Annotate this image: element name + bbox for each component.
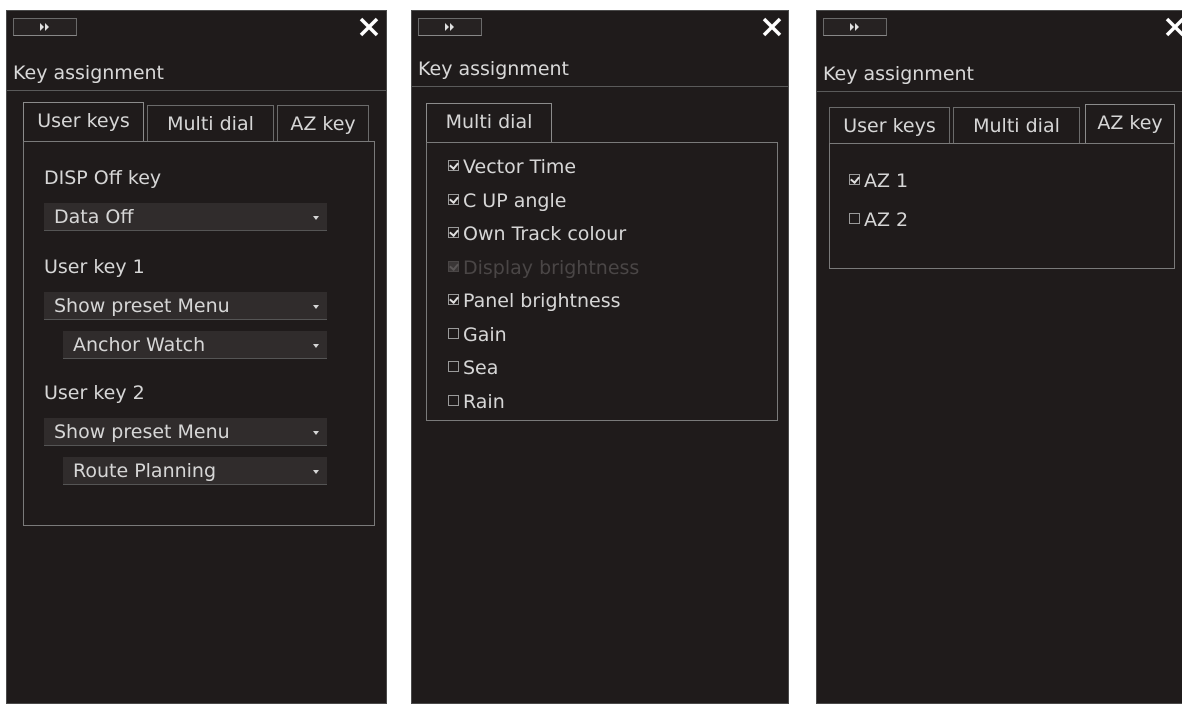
- tab-az-key[interactable]: AZ key: [277, 105, 369, 142]
- checkbox-panel-brightness[interactable]: Panel brightness: [448, 288, 621, 314]
- checkbox-label: Rain: [463, 390, 505, 413]
- checkbox-label: C UP angle: [463, 189, 567, 212]
- checkbox-label: Vector Time: [463, 156, 577, 178]
- chevron-down-icon: [313, 470, 319, 474]
- expand-button[interactable]: [823, 18, 887, 36]
- panel-multi-dial: Key assignment Multi dial Vector Time C U…: [411, 10, 789, 704]
- user-key-1-value: Show preset Menu: [54, 295, 230, 317]
- disp-off-key-label: DISP Off key: [44, 167, 162, 189]
- panel-user-keys: Key assignment User keys Multi dial AZ k…: [6, 10, 387, 704]
- title-bar: [817, 11, 1182, 41]
- checkbox-label: Own Track colour: [463, 223, 627, 245]
- checkbox-label: Gain: [463, 323, 507, 346]
- close-x-icon: [762, 17, 782, 37]
- user-key-1-dropdown[interactable]: Show preset Menu: [44, 292, 327, 320]
- chevron-down-icon: [313, 305, 319, 309]
- checkbox-label: Sea: [463, 357, 499, 379]
- checkbox-label: Panel brightness: [463, 290, 621, 312]
- user-key-2-value: Show preset Menu: [54, 421, 230, 443]
- checkbox-unchecked-icon: [448, 327, 459, 339]
- checkbox-checked-icon: [849, 174, 860, 185]
- tab-multi-dial[interactable]: Multi dial: [147, 105, 274, 142]
- close-x-icon: [359, 17, 379, 37]
- checkbox-display-brightness: Display brightness: [448, 255, 639, 281]
- checkbox-vector-time[interactable]: Vector Time: [448, 154, 576, 180]
- panel-title: Key assignment: [7, 55, 386, 91]
- tab-multi-dial[interactable]: Multi dial: [953, 107, 1080, 144]
- tab-content-az-key: [829, 143, 1175, 269]
- checkbox-unchecked-icon: [448, 394, 459, 406]
- chevron-down-icon: [313, 344, 319, 348]
- checkbox-checked-icon: [448, 260, 459, 272]
- double-chevron-right-icon: [850, 23, 859, 31]
- checkbox-sea[interactable]: Sea: [448, 355, 498, 381]
- checkbox-checked-icon: [448, 193, 459, 205]
- disp-off-value: Data Off: [54, 206, 134, 228]
- double-chevron-right-icon: [40, 23, 49, 31]
- close-button[interactable]: [1161, 13, 1182, 41]
- title-bar: [412, 11, 788, 41]
- checkbox-az-2[interactable]: AZ 2: [849, 207, 908, 233]
- checkbox-az-1[interactable]: AZ 1: [849, 168, 908, 194]
- user-key-2-label: User key 2: [44, 382, 145, 404]
- checkbox-own-track-colour[interactable]: Own Track colour: [448, 221, 626, 247]
- checkbox-c-up-angle[interactable]: C UP angle: [448, 188, 566, 214]
- checkbox-gain[interactable]: Gain: [448, 322, 507, 348]
- disp-off-dropdown[interactable]: Data Off: [44, 203, 327, 231]
- expand-button[interactable]: [13, 18, 77, 36]
- user-key-2-sub-dropdown[interactable]: Route Planning: [63, 457, 327, 485]
- title-bar: [7, 11, 386, 41]
- user-key-1-label: User key 1: [44, 256, 145, 278]
- checkbox-unchecked-icon: [849, 213, 860, 224]
- close-x-icon: [1165, 17, 1182, 37]
- chevron-down-icon: [313, 216, 319, 220]
- checkbox-checked-icon: [448, 160, 459, 171]
- expand-button[interactable]: [418, 18, 482, 36]
- checkbox-rain[interactable]: Rain: [448, 389, 505, 415]
- tab-user-keys[interactable]: User keys: [23, 102, 144, 142]
- checkbox-checked-icon: [448, 294, 459, 305]
- checkbox-unchecked-icon: [448, 361, 459, 372]
- close-button[interactable]: [355, 13, 383, 41]
- user-key-2-sub-value: Route Planning: [73, 460, 217, 482]
- panel-title: Key assignment: [412, 51, 788, 87]
- checkbox-label: Display brightness: [463, 256, 640, 279]
- tab-az-key[interactable]: AZ key: [1085, 104, 1175, 144]
- panel-az-key: Key assignment User keys Multi dial AZ k…: [816, 10, 1182, 704]
- close-button[interactable]: [758, 13, 786, 41]
- panel-title: Key assignment: [817, 56, 1182, 92]
- user-key-1-sub-value: Anchor Watch: [73, 334, 206, 356]
- checkbox-label: AZ 2: [864, 209, 909, 231]
- tab-user-keys[interactable]: User keys: [829, 107, 950, 144]
- user-key-1-sub-dropdown[interactable]: Anchor Watch: [63, 331, 327, 359]
- user-key-2-dropdown[interactable]: Show preset Menu: [44, 418, 327, 446]
- checkbox-label: AZ 1: [864, 170, 909, 192]
- checkbox-checked-icon: [448, 227, 459, 238]
- chevron-down-icon: [313, 431, 319, 435]
- double-chevron-right-icon: [445, 23, 454, 31]
- tab-multi-dial[interactable]: Multi dial: [426, 103, 552, 143]
